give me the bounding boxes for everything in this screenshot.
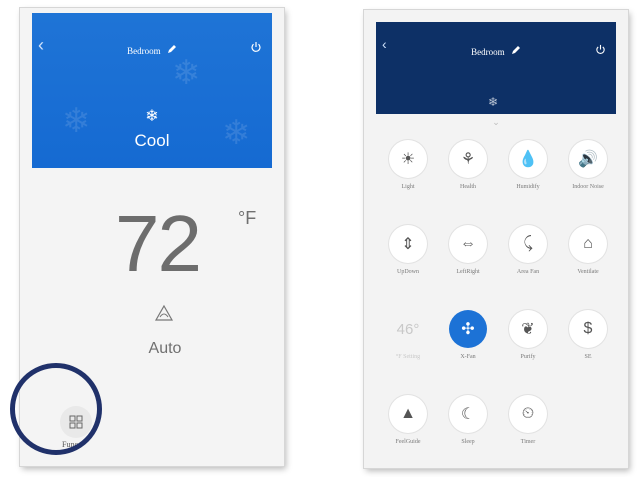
room-title[interactable]: Bedroom: [32, 44, 272, 56]
function-humidify[interactable]: 💧 Humidify: [498, 140, 558, 190]
xfan-icon: ✣: [449, 310, 487, 348]
purify-icon: ❦: [509, 310, 547, 348]
sleep-icon: ☾: [449, 395, 487, 433]
leftright-swing-icon: ⇔: [449, 225, 487, 263]
function-label: LeftRight: [456, 269, 480, 275]
function-label: FeelGuide: [395, 439, 421, 445]
function-sleep[interactable]: ☾ Sleep: [438, 395, 498, 445]
room-title-text: Bedroom: [127, 46, 161, 56]
edit-pencil-icon[interactable]: [511, 45, 521, 55]
temperature-value[interactable]: 72: [115, 198, 202, 290]
mode-header: ❄ ❄ ❄ ‹ Bedroom ❄ Cool: [32, 13, 272, 168]
ventilate-icon: ⌂: [569, 225, 607, 263]
function-updown[interactable]: ⇕ UpDown: [378, 225, 438, 275]
room-title-text: Bedroom: [471, 47, 505, 57]
feel-icon: ▲: [389, 395, 427, 433]
snowflake-icon: ❄: [488, 95, 499, 109]
health-icon: ⚘: [449, 140, 487, 178]
function-leftright[interactable]: ⇔ LeftRight: [438, 225, 498, 275]
area-fan-icon: ⤹: [509, 225, 547, 263]
mode-header-collapsed: ‹ Bedroom ❄: [376, 22, 616, 114]
function-label: SE: [584, 354, 592, 360]
humidify-icon: 💧: [509, 140, 547, 178]
function-label: Light: [401, 184, 415, 190]
phone-screen-functions: ‹ Bedroom ❄ ⌄ ☀ Light ⚘ Health 💧 Humidif…: [364, 10, 628, 468]
function-label: Timer: [520, 439, 536, 445]
function-label: Purify: [520, 354, 536, 360]
saving-icon: $: [569, 310, 607, 348]
function-label: Health: [460, 184, 476, 190]
snowflake-decor-icon: ❄: [172, 54, 201, 92]
function-label: UpDown: [397, 269, 419, 275]
room-title[interactable]: Bedroom: [376, 45, 616, 57]
function-indoor-noise[interactable]: 🔊 Indoor Noise: [558, 140, 618, 190]
function-timer[interactable]: ⏲ Timer: [498, 395, 558, 445]
fan-speed-icon[interactable]: [153, 303, 175, 325]
function-f-setting[interactable]: 46° °F Setting: [378, 310, 438, 361]
collapse-chevron-icon[interactable]: ⌄: [364, 117, 628, 128]
function-se[interactable]: $ SE: [558, 310, 618, 360]
function-area-fan[interactable]: ⤹ Area Fan: [498, 225, 558, 275]
function-purify[interactable]: ❦ Purify: [498, 310, 558, 360]
fan-speed-label[interactable]: Auto: [20, 340, 284, 358]
temperature-unit: °F: [238, 208, 257, 228]
function-label: °F Setting: [395, 354, 421, 360]
updown-swing-icon: ⇕: [389, 225, 427, 263]
mode-label[interactable]: Cool: [32, 131, 272, 151]
function-light[interactable]: ☀ Light: [378, 140, 438, 190]
function-label: X-Fan: [460, 354, 476, 360]
function-label: Indoor Noise: [572, 184, 604, 190]
function-label: Sleep: [461, 439, 475, 445]
function-label: Ventilate: [577, 269, 599, 275]
function-feelguide[interactable]: ▲ FeelGuide: [378, 395, 438, 445]
timer-icon: ⏲: [509, 395, 547, 433]
power-icon[interactable]: [595, 44, 606, 55]
function-ventilate[interactable]: ⌂ Ventilate: [558, 225, 618, 275]
function-label: Area Fan: [516, 269, 540, 275]
power-icon[interactable]: [250, 41, 262, 53]
light-icon: ☀: [389, 140, 427, 178]
function-health[interactable]: ⚘ Health: [438, 140, 498, 190]
function-label: Humidify: [516, 184, 540, 190]
snowflake-icon: ❄: [145, 108, 159, 125]
edit-pencil-icon[interactable]: [167, 44, 177, 54]
highlight-ring: [10, 363, 102, 455]
function-x-fan[interactable]: ✣ X-Fan: [438, 310, 498, 360]
sound-icon: 🔊: [569, 140, 607, 178]
temp-setting-icon: 46°: [396, 320, 420, 338]
